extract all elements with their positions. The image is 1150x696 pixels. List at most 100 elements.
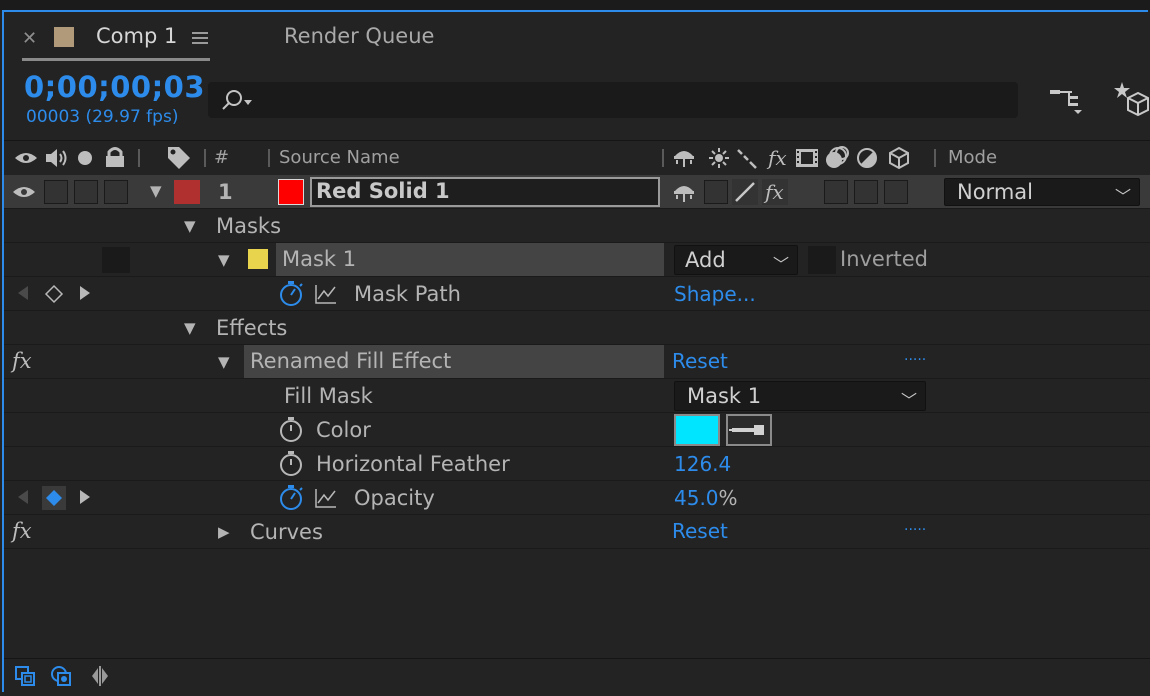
render-icon[interactable] [1114, 80, 1150, 118]
flowchart-icon[interactable] [1048, 86, 1084, 116]
eye-icon[interactable] [14, 150, 38, 166]
fill-mask-dropdown[interactable]: Mask 1 ﹀ [674, 381, 926, 411]
chevron-down-icon: ﹀ [1115, 187, 1132, 206]
solo-switch[interactable] [74, 180, 98, 204]
next-keyframe-icon[interactable] [78, 489, 92, 505]
column-mode[interactable]: Mode [948, 147, 997, 168]
chevron-down-icon: ﹀ [901, 391, 918, 410]
keyframe-icon[interactable] [42, 486, 66, 510]
eye-icon[interactable] [12, 184, 36, 200]
svg-text:fx: fx [10, 349, 32, 373]
curves-options-link[interactable]: ..... [904, 518, 926, 534]
effects-twirl-icon[interactable]: ▼ [184, 319, 196, 337]
fx-switch-icon[interactable]: fx [762, 179, 788, 205]
stopwatch-icon[interactable] [278, 281, 304, 307]
mask-row[interactable]: ▼ Mask 1 Add ﹀ Inverted [4, 243, 1150, 277]
effect-name-field[interactable]: Renamed Fill Effect [244, 345, 664, 378]
stopwatch-icon[interactable] [278, 451, 304, 477]
prev-keyframe-icon[interactable] [16, 489, 30, 505]
mode-value: Normal [957, 180, 1033, 204]
layer-switches-toggle-icon[interactable] [14, 665, 38, 687]
color-label: Color [316, 418, 371, 442]
layer-twirl-icon[interactable]: ▼ [150, 182, 162, 200]
effect-twirl-icon[interactable]: ▼ [218, 353, 230, 371]
keyframe-icon[interactable] [44, 284, 64, 304]
masks-twirl-icon[interactable]: ▼ [184, 217, 196, 235]
masks-group-row[interactable]: ▼ Masks [4, 209, 1150, 243]
audio-icon[interactable] [44, 148, 70, 168]
3d-switch[interactable] [884, 180, 908, 204]
active-tab-underline [22, 58, 210, 61]
mask-mode-dropdown[interactable]: Add ﹀ [674, 245, 798, 275]
layer-source-swatch [278, 179, 304, 205]
mask-path-row[interactable]: Mask Path Shape... [4, 277, 1150, 311]
quality-switch-icon[interactable] [732, 179, 758, 205]
effects-group-row[interactable]: ▼ Effects [4, 311, 1150, 345]
fx-icon[interactable]: fx [10, 518, 36, 544]
motion-blur-switch[interactable] [824, 180, 848, 204]
effect-reset-button[interactable]: Reset [672, 349, 728, 373]
bottom-bar [4, 658, 1150, 693]
graph-icon[interactable] [314, 283, 338, 305]
fill-mask-value: Mask 1 [687, 384, 762, 408]
tab-comp[interactable]: Comp 1 [96, 24, 177, 48]
effect-row[interactable]: fx ▼ Renamed Fill Effect Reset ..... [4, 345, 1150, 379]
color-swatch[interactable] [674, 414, 720, 446]
curves-name: Curves [250, 520, 323, 544]
mask-name-field[interactable]: Mask 1 [276, 243, 664, 276]
collapse-switch[interactable] [704, 180, 728, 204]
adjustment-switch[interactable] [854, 180, 878, 204]
svg-text:fx: fx [10, 519, 32, 543]
horizontal-feather-row[interactable]: Horizontal Feather 126.4 [4, 447, 1150, 481]
mask-twirl-icon[interactable]: ▼ [218, 251, 230, 269]
mode-dropdown[interactable]: Normal ﹀ [944, 178, 1140, 206]
layer-row[interactable]: ▼ 1 Red Solid 1 fx Normal ﹀ [4, 175, 1150, 209]
layer-index: 1 [218, 180, 233, 204]
fill-mask-label: Fill Mask [284, 384, 373, 408]
column-number[interactable]: # [214, 147, 229, 168]
timecode-display[interactable]: 0;00;00;03 [24, 70, 205, 104]
opacity-value-group[interactable]: 45.0% [674, 486, 738, 510]
horizontal-feather-value[interactable]: 126.4 [674, 452, 731, 476]
comp-swatch [54, 27, 74, 47]
switches-icons: fx [672, 146, 912, 170]
layer-name-field[interactable]: Red Solid 1 [310, 177, 660, 207]
mask-lock-switch[interactable] [102, 247, 130, 273]
close-icon[interactable]: ✕ [22, 28, 37, 49]
column-source-name[interactable]: Source Name [279, 147, 400, 168]
label-color[interactable] [174, 180, 200, 204]
fill-mask-row[interactable]: Fill Mask Mask 1 ﹀ [4, 379, 1150, 413]
menu-icon[interactable] [192, 30, 208, 46]
inverted-checkbox[interactable] [808, 246, 836, 274]
eyedropper-button[interactable] [726, 414, 772, 446]
chevron-down-icon: ﹀ [773, 255, 790, 274]
top-strip [0, 0, 1150, 10]
lock-icon[interactable] [104, 146, 126, 168]
opacity-value[interactable]: 45.0 [674, 486, 719, 510]
tab-render-queue[interactable]: Render Queue [284, 24, 434, 48]
eyedropper-icon [729, 425, 764, 435]
label-icon[interactable] [166, 145, 192, 169]
prev-keyframe-icon[interactable] [16, 285, 30, 301]
graph-icon[interactable] [314, 487, 338, 509]
stopwatch-icon[interactable] [278, 485, 304, 511]
opacity-label: Opacity [354, 486, 435, 510]
effect-options-link[interactable]: ..... [904, 348, 926, 364]
mask-path-value[interactable]: Shape... [674, 282, 756, 306]
mask-color-swatch[interactable] [248, 249, 268, 269]
color-row[interactable]: Color [4, 413, 1150, 447]
audio-switch[interactable] [44, 180, 68, 204]
lock-switch[interactable] [104, 180, 128, 204]
stopwatch-icon[interactable] [278, 417, 304, 443]
shy-switch-icon[interactable] [672, 181, 698, 203]
curves-row[interactable]: fx ▶ Curves Reset ..... [4, 515, 1150, 549]
search-input[interactable] [208, 82, 1018, 118]
expand-collapse-icon[interactable] [88, 664, 112, 688]
next-keyframe-icon[interactable] [78, 285, 92, 301]
opacity-row[interactable]: Opacity 45.0% [4, 481, 1150, 515]
modes-toggle-icon[interactable] [50, 665, 74, 687]
solo-icon[interactable] [78, 151, 92, 165]
curves-reset-button[interactable]: Reset [672, 519, 728, 543]
curves-twirl-icon[interactable]: ▶ [218, 523, 230, 541]
fx-icon[interactable]: fx [10, 348, 36, 374]
